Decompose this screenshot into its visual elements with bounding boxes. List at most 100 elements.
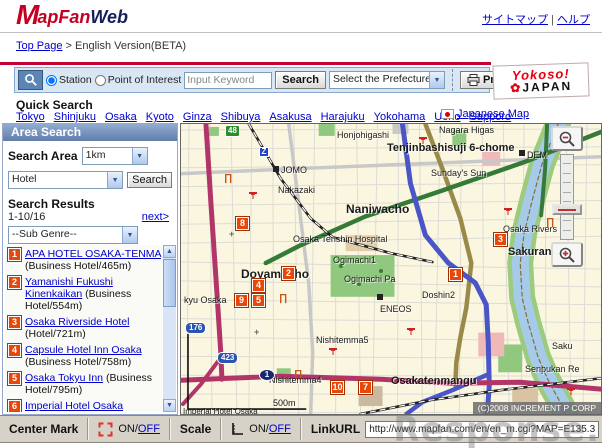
result-link[interactable]: Osaka Tokyu Inn <box>25 372 103 384</box>
mapfan-logo[interactable]: MapFan Web <box>16 1 128 29</box>
map-canvas[interactable]: Nagara Higas Honjohigashi Tenjinbashisuji … <box>180 123 602 415</box>
post-office-icon: T <box>249 192 257 201</box>
map-label: DEM <box>527 150 547 160</box>
genre-select[interactable]: Hotel ▼ <box>8 171 124 189</box>
chevron-down-icon[interactable]: ▼ <box>122 227 137 243</box>
temple-icon: + <box>229 229 235 239</box>
next-page-link[interactable]: next> <box>142 211 169 223</box>
poi-radio-input[interactable] <box>94 74 106 86</box>
building-icon <box>377 294 383 300</box>
tree-icon <box>379 269 383 273</box>
keyword-search-button-label: Search <box>282 74 319 86</box>
scroll-up-arrow[interactable]: ▲ <box>163 245 176 258</box>
station-radio-label: Station <box>59 74 92 86</box>
scale-off-link[interactable]: OFF <box>269 423 291 435</box>
search-result-item-1[interactable]: 1 APA HOTEL OSAKA-TENMA (Business Hotel/4… <box>8 248 161 272</box>
chevron-down-icon[interactable]: ▼ <box>131 148 147 164</box>
sitemap-link[interactable]: サイトマップ <box>482 14 548 26</box>
result-link[interactable]: Imperial Hotel Osaka <box>25 400 123 412</box>
map-result-marker-10[interactable]: 10 <box>331 381 344 394</box>
map-label: Osaka Tenshin Hospital <box>293 234 388 244</box>
center-mark-off-link[interactable]: OFF <box>138 423 160 435</box>
results-scrollbar[interactable]: ▲ ▼ <box>163 245 176 412</box>
area-search-button[interactable]: Search <box>127 172 172 188</box>
map-label: Tenjinbashisuji 6-chome <box>387 142 515 154</box>
zoom-out-button[interactable] <box>551 126 583 151</box>
result-link[interactable]: Osaka Riverside Hotel <box>25 316 129 328</box>
station-radio[interactable]: Station <box>46 74 92 86</box>
map-label: Saku <box>552 341 573 351</box>
map-result-marker-5[interactable]: 5 <box>252 294 265 307</box>
map-label: Osakatenmangu <box>391 375 477 387</box>
zoom-slider-track[interactable] <box>560 154 574 240</box>
result-detail: (Business Hotel/758m) <box>25 356 132 368</box>
map-result-marker-4[interactable]: 4 <box>252 279 265 292</box>
quick-search-link-yokohama[interactable]: Yokohama <box>374 111 426 123</box>
quick-search-link-shibuya[interactable]: Shibuya <box>221 111 261 123</box>
building-icon <box>519 150 525 156</box>
quick-search-link-harajuku[interactable]: Harajuku <box>321 111 365 123</box>
breadcrumb: Top Page > English Version(BETA) <box>16 40 186 52</box>
quick-search-link-kyoto[interactable]: Kyoto <box>146 111 174 123</box>
help-link[interactable]: ヘルプ <box>557 14 590 26</box>
search-result-item-2[interactable]: 2 Yamanishi Fukushi Kinenkaikan (Business… <box>8 276 161 312</box>
area-search-title: Area Search <box>3 124 177 141</box>
result-number-badge: 1 <box>8 248 21 261</box>
result-number-badge: 3 <box>8 316 21 329</box>
search-result-item-4[interactable]: 4 Capsule Hotel Inn Osaka (Business Hotel… <box>8 344 161 368</box>
quick-search-link-asakusa[interactable]: Asakusa <box>269 111 311 123</box>
yokoso-japan-logo[interactable]: Yokoso! ✿JAPAN <box>492 62 590 100</box>
quick-search-link-ginza[interactable]: Ginza <box>183 111 212 123</box>
map-result-marker-1[interactable]: 1 <box>449 268 462 281</box>
quick-search-link-osaka[interactable]: Osaka <box>105 111 137 123</box>
post-office-icon: T <box>504 208 512 217</box>
map-scale-label: 500m <box>273 398 296 408</box>
quick-search-links: Tokyo Shinjuku Osaka Kyoto Ginza Shibuya Asaku… <box>16 111 511 123</box>
quick-search-link-shinjuku[interactable]: Shinjuku <box>54 111 96 123</box>
map-result-marker-3[interactable]: 3 <box>494 233 507 246</box>
map-result-marker-9[interactable]: 9 <box>235 294 248 307</box>
scroll-down-arrow[interactable]: ▼ <box>163 399 176 412</box>
shrine-icon: ∏ <box>224 173 233 184</box>
keyword-search-bar: Station Point of Interest Search Select … <box>14 67 516 93</box>
map-result-marker-2[interactable]: 2 <box>282 267 295 280</box>
poi-radio[interactable]: Point of Interest <box>94 74 182 86</box>
poi-radio-label: Point of Interest <box>107 74 182 86</box>
search-result-item-6[interactable]: 6Imperial Hotel Osaka (Hotel/816m) <box>8 400 161 412</box>
search-result-item-5[interactable]: 5 Osaka Tokyu Inn (Business Hotel/795m) <box>8 372 161 396</box>
map-label: kyu Osaka <box>184 295 227 305</box>
breadcrumb-current: English Version(BETA) <box>75 40 187 52</box>
scrollbar-thumb[interactable] <box>163 259 176 307</box>
linkurl-input[interactable] <box>365 420 600 438</box>
quick-search-link-tokyo[interactable]: Tokyo <box>16 111 45 123</box>
search-icon <box>18 70 43 90</box>
map-label: Imperial Hotel Osaka <box>183 407 258 415</box>
keyword-input[interactable] <box>184 71 273 89</box>
map-result-marker-7[interactable]: 7 <box>359 381 372 394</box>
japanese-map-link[interactable]: Japanese Map <box>457 108 529 120</box>
breadcrumb-top-page-link[interactable]: Top Page <box>16 40 62 52</box>
search-area-select[interactable]: 1km ▼ <box>81 147 148 165</box>
keyword-search-button[interactable]: Search <box>275 71 326 89</box>
map-label: JOMO <box>281 165 307 175</box>
prefecture-select[interactable]: Select the Prefecture ▼ <box>328 71 445 89</box>
map-label: Senpukan Re <box>525 364 580 374</box>
subgenre-select[interactable]: --Sub Genre-- ▼ <box>8 226 138 244</box>
search-result-item-3[interactable]: 3 Osaka Riverside Hotel (Hotel/721m) <box>8 316 161 340</box>
zoom-in-button[interactable] <box>551 242 583 267</box>
map-result-marker-8[interactable]: 8 <box>236 217 249 230</box>
zoom-slider-handle[interactable] <box>552 204 582 215</box>
chevron-down-icon[interactable]: ▼ <box>107 172 123 188</box>
printer-icon <box>467 74 480 86</box>
chevron-down-icon[interactable]: ▼ <box>428 72 444 88</box>
building-icon <box>273 166 279 172</box>
map-label: Nagara Higas <box>439 125 495 135</box>
mapfan-page: MapFan Web サイトマップ | ヘルプ Top Page > Englis… <box>0 0 602 448</box>
result-link[interactable]: Capsule Hotel Inn Osaka <box>25 344 142 356</box>
result-link[interactable]: APA HOTEL OSAKA-TENMA <box>25 248 161 260</box>
map-label: ENEOS <box>380 304 412 314</box>
result-detail: (Hotel/721m) <box>25 328 86 340</box>
map-label: Nakazaki <box>278 185 316 195</box>
station-radio-input[interactable] <box>46 74 57 86</box>
result-detail: (Business Hotel/465m) <box>25 260 132 272</box>
